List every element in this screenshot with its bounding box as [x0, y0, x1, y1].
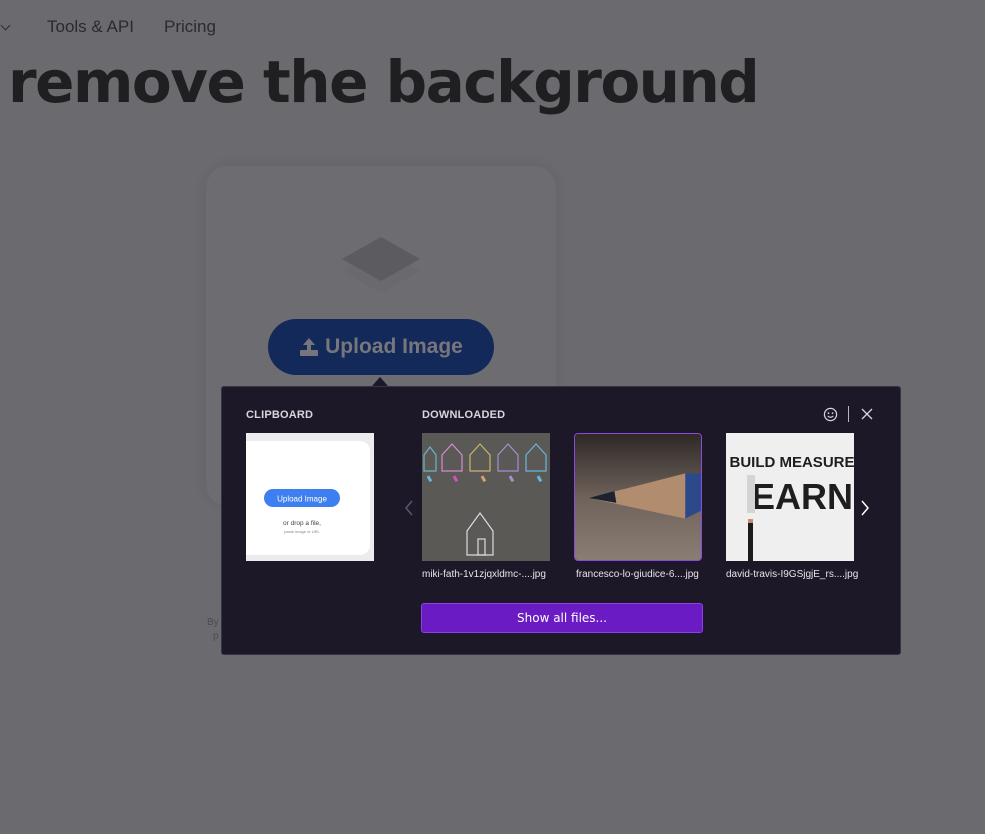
- close-icon[interactable]: [859, 406, 875, 422]
- upload-image-button[interactable]: Upload Image: [268, 319, 494, 375]
- upload-icon: [300, 338, 319, 356]
- popup-header-icons: [822, 406, 875, 422]
- clipboard-upload-label: Upload Image: [277, 495, 327, 504]
- divider: [848, 406, 849, 422]
- downloaded-thumbnail-selected[interactable]: [574, 433, 702, 561]
- nav-item-pricing[interactable]: Pricing: [164, 17, 216, 37]
- svg-text:paste image or URL: paste image or URL: [284, 529, 320, 534]
- clipboard-thumbnail[interactable]: Upload Image or drop a file, paste image…: [246, 433, 374, 561]
- chevron-left-icon[interactable]: [402, 497, 416, 519]
- file-name: francesco-lo-giudice-6....jpg: [576, 569, 699, 580]
- svg-text:BUILD MEASURE: BUILD MEASURE: [729, 454, 854, 471]
- nav-item-tools-api[interactable]: Tools & API: [47, 17, 134, 37]
- svg-text:or drop a file,: or drop a file,: [283, 520, 321, 527]
- page-title: remove the background: [8, 48, 760, 116]
- layers-icon: [342, 237, 420, 293]
- downloaded-thumbnail[interactable]: BUILD MEASURE EARN: [726, 433, 854, 561]
- svg-text:EARN: EARN: [751, 476, 853, 517]
- show-all-files-button[interactable]: Show all files...: [421, 603, 703, 633]
- terms-text: By p: [207, 617, 219, 642]
- popup-arrow: [372, 377, 388, 386]
- file-picker-popup: CLIPBOARD DOWNLOADED Upload Image or dro…: [221, 386, 901, 655]
- file-name: david-travis-I9GSjgjE_rs....jpg: [726, 569, 859, 580]
- upload-image-label: Upload Image: [325, 335, 463, 358]
- chevron-right-icon[interactable]: [858, 497, 872, 519]
- emoji-icon[interactable]: [822, 406, 838, 422]
- downloaded-label: DOWNLOADED: [422, 409, 506, 421]
- chevron-down-icon[interactable]: [0, 20, 11, 31]
- file-name: miki-fath-1v1zjqxldmc-....jpg: [422, 569, 546, 580]
- clipboard-label: CLIPBOARD: [246, 409, 314, 421]
- downloaded-thumbnail[interactable]: [422, 433, 550, 561]
